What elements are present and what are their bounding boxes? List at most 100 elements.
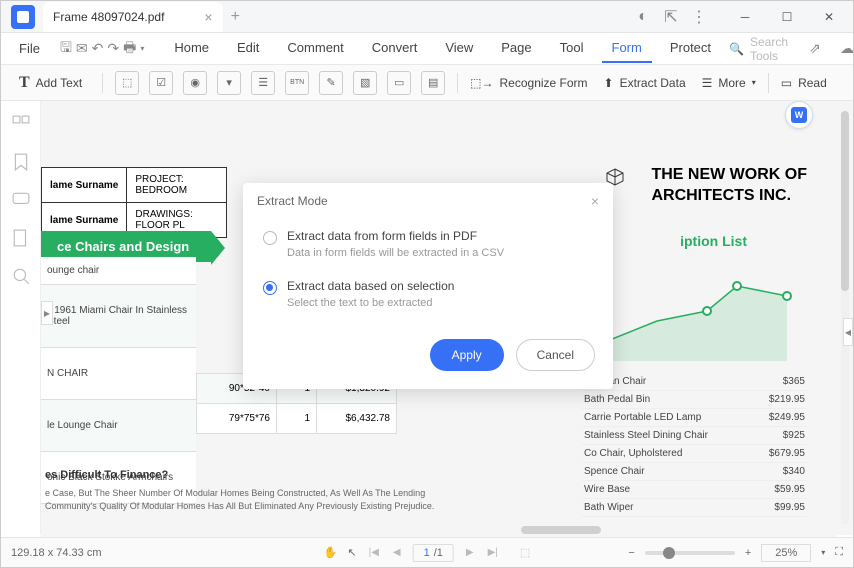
scrollbar-thumb[interactable] bbox=[841, 111, 849, 291]
tab-page[interactable]: Page bbox=[491, 34, 541, 63]
radio-unchecked-icon[interactable] bbox=[263, 231, 277, 245]
pro-badge-icon[interactable]: ◐ bbox=[633, 7, 653, 27]
thumbnails-icon[interactable] bbox=[12, 115, 30, 133]
form-field-image[interactable]: ▧ bbox=[353, 71, 377, 95]
tab-title: Frame 48097024.pdf bbox=[53, 10, 164, 24]
page-indicator[interactable]: 1 /1 bbox=[413, 544, 454, 562]
tab-edit[interactable]: Edit bbox=[227, 34, 269, 63]
save-icon[interactable]: 🖫 bbox=[60, 38, 72, 60]
recognize-icon: ⬚→ bbox=[470, 76, 493, 90]
bookmarks-icon[interactable] bbox=[12, 153, 30, 171]
tab-convert[interactable]: Convert bbox=[362, 34, 428, 63]
price-row: Carrie Portable LED Lamp$249.95 bbox=[582, 409, 807, 427]
price-row: Co Chair, Upholstered$679.95 bbox=[582, 445, 807, 463]
cloud-icon[interactable]: ☁ bbox=[836, 38, 854, 60]
price-list: Herman Chair$365 Bath Pedal Bin$219.95 C… bbox=[582, 373, 807, 517]
kebab-menu-icon[interactable]: ⋮ bbox=[689, 7, 709, 27]
search-panel-icon[interactable] bbox=[12, 267, 30, 285]
extract-data-button[interactable]: ⬆ Extract Data bbox=[604, 76, 686, 90]
first-page-icon[interactable]: |◀ bbox=[367, 547, 381, 558]
hand-tool-icon[interactable]: ✋ bbox=[324, 546, 338, 559]
form-field-barcode[interactable]: ▤ bbox=[421, 71, 445, 95]
tab-form[interactable]: Form bbox=[602, 34, 652, 63]
maximize-button[interactable]: ☐ bbox=[767, 3, 807, 31]
left-sidebar bbox=[1, 101, 41, 535]
form-toolbar: T Add Text ⬚ ☑ ◉ ▾ ☰ BTN ✎ ▧ ▭ ▤ ⬚→ Reco… bbox=[1, 65, 853, 101]
scrollbar-thumb[interactable] bbox=[521, 526, 601, 534]
form-field-date[interactable]: ▭ bbox=[387, 71, 411, 95]
article-heading: es Difficult To Finance? bbox=[45, 469, 168, 481]
fit-width-icon[interactable]: ⬚ bbox=[520, 546, 530, 559]
last-page-icon[interactable]: ▶| bbox=[486, 547, 500, 558]
price-row: Herman Chair$365 bbox=[582, 373, 807, 391]
upload-icon: ⬆ bbox=[604, 76, 614, 90]
undo-icon[interactable]: ↶ bbox=[92, 38, 104, 60]
price-row: Spence Chair$340 bbox=[582, 463, 807, 481]
chevron-down-icon[interactable]: ▾ bbox=[140, 38, 144, 60]
statusbar: 129.18 x 74.33 cm ✋ ↖ |◀ ◀ 1 /1 ▶ ▶| ⬚ −… bbox=[1, 537, 853, 567]
zoom-out-icon[interactable]: − bbox=[628, 547, 634, 559]
expand-left-icon[interactable]: ▶ bbox=[41, 301, 53, 325]
close-dialog-icon[interactable]: × bbox=[591, 193, 599, 209]
hamburger-icon: ☰ bbox=[702, 76, 713, 90]
radio-checked-icon[interactable] bbox=[263, 281, 277, 295]
book-icon: ▭ bbox=[781, 76, 792, 90]
zoom-slider[interactable] bbox=[645, 551, 735, 555]
search-tools[interactable]: 🔍 Search Tools bbox=[729, 35, 788, 63]
close-window-button[interactable]: ✕ bbox=[809, 3, 849, 31]
attachments-icon[interactable] bbox=[12, 229, 30, 247]
add-text-tool[interactable]: T Add Text bbox=[11, 70, 90, 96]
tab-home[interactable]: Home bbox=[164, 34, 219, 63]
horizontal-scrollbar[interactable] bbox=[41, 523, 837, 537]
list-item: ounge chair bbox=[41, 257, 196, 285]
form-field-textbox[interactable]: ⬚ bbox=[115, 71, 139, 95]
form-field-list[interactable]: ☰ bbox=[251, 71, 275, 95]
close-tab-icon[interactable]: × bbox=[204, 9, 212, 25]
tab-protect[interactable]: Protect bbox=[660, 34, 721, 63]
redo-icon[interactable]: ↷ bbox=[107, 38, 119, 60]
form-field-checkbox[interactable]: ☑ bbox=[149, 71, 173, 95]
document-tab[interactable]: Frame 48097024.pdf × bbox=[43, 2, 223, 32]
form-field-radio[interactable]: ◉ bbox=[183, 71, 207, 95]
form-field-signature[interactable]: ✎ bbox=[319, 71, 343, 95]
list-item: N CHAIR bbox=[41, 348, 196, 400]
option-form-fields[interactable]: Extract data from form fields in PDF Dat… bbox=[263, 223, 593, 265]
menubar: File 🖫 ✉ ↶ ↷ 🖶 ▾ Home Edit Comment Conve… bbox=[1, 33, 853, 65]
word-export-badge[interactable]: W bbox=[785, 101, 813, 129]
minimize-button[interactable]: ─ bbox=[725, 3, 765, 31]
recognize-form-button[interactable]: ⬚→ Recognize Form bbox=[470, 76, 587, 90]
file-menu[interactable]: File bbox=[11, 37, 48, 60]
prev-page-icon[interactable]: ◀ bbox=[391, 547, 403, 558]
description-list-heading: iption List bbox=[680, 233, 747, 249]
mail-icon[interactable]: ✉ bbox=[76, 38, 88, 60]
fullscreen-icon[interactable]: ⛶ bbox=[835, 546, 843, 559]
list-item: ll 1961 Miami Chair In Stainless Steel bbox=[41, 285, 196, 348]
price-row: Bath Pedal Bin$219.95 bbox=[582, 391, 807, 409]
search-placeholder: Search Tools bbox=[750, 35, 788, 63]
cancel-button[interactable]: Cancel bbox=[516, 339, 595, 371]
tab-view[interactable]: View bbox=[435, 34, 483, 63]
read-mode-button[interactable]: ▭ Read bbox=[781, 76, 827, 90]
comments-icon[interactable] bbox=[12, 191, 30, 209]
more-button[interactable]: ☰ More ▾ bbox=[702, 76, 756, 90]
next-page-icon[interactable]: ▶ bbox=[464, 547, 476, 558]
tab-tool[interactable]: Tool bbox=[550, 34, 594, 63]
add-tab-button[interactable]: + bbox=[231, 8, 240, 26]
option-selection[interactable]: Extract data based on selection Select t… bbox=[263, 273, 593, 315]
open-external-icon[interactable]: ⇗ bbox=[804, 38, 826, 60]
form-field-combo[interactable]: ▾ bbox=[217, 71, 241, 95]
form-field-button[interactable]: BTN bbox=[285, 71, 309, 95]
banner-arrow-icon bbox=[211, 231, 225, 265]
tab-comment[interactable]: Comment bbox=[277, 34, 353, 63]
print-icon[interactable]: 🖶 bbox=[123, 38, 136, 60]
zoom-percent[interactable]: 25% bbox=[761, 544, 811, 562]
zoom-in-icon[interactable]: + bbox=[745, 547, 751, 559]
share-icon[interactable]: ⇱ bbox=[661, 7, 681, 27]
chevron-down-icon: ▾ bbox=[752, 78, 756, 87]
items-list: ounge chair ll 1961 Miami Chair In Stain… bbox=[41, 257, 196, 504]
zoom-dropdown-icon[interactable]: ▾ bbox=[821, 548, 825, 557]
search-icon: 🔍 bbox=[729, 42, 744, 56]
expand-right-icon[interactable]: ◀ bbox=[843, 318, 853, 346]
select-tool-icon[interactable]: ↖ bbox=[347, 546, 356, 559]
apply-button[interactable]: Apply bbox=[430, 339, 504, 371]
